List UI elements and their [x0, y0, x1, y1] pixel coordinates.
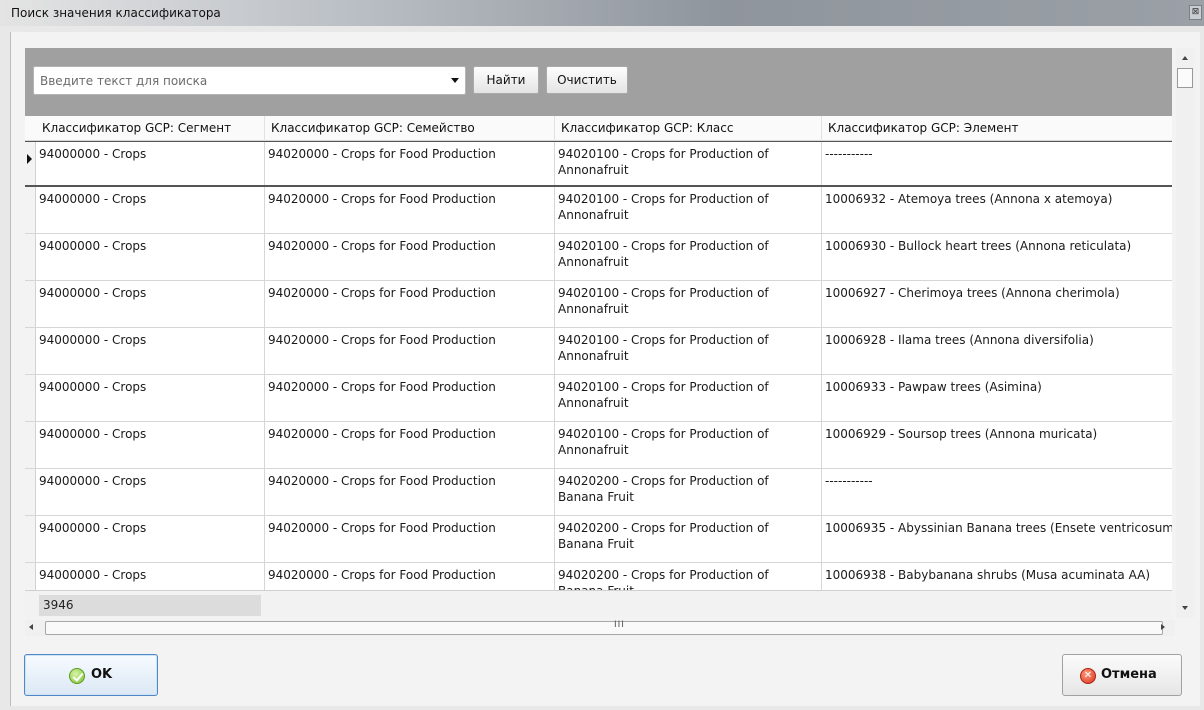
row-indicator[interactable] — [25, 375, 36, 421]
cell-element: ----------- — [825, 474, 873, 488]
cell-segment: 94000000 - Crops — [36, 328, 265, 374]
column-header-element[interactable]: Классификатор GCP: Элемент — [822, 116, 1172, 141]
scroll-up-icon[interactable] — [1182, 56, 1188, 60]
cell-class: 94020100 - Crops for Production of Annon… — [555, 281, 822, 327]
cell-class: 94020100 - Crops for Production of Annon… — [555, 328, 822, 374]
cell-element: ----------- — [825, 147, 873, 161]
grid-rows: 94000000 - Crops 94020000 - Crops for Foo… — [25, 141, 1172, 590]
cell-segment: 94000000 - Crops — [36, 375, 265, 421]
cell-element: 10006930 - Bullock heart trees (Annona r… — [825, 239, 1132, 253]
cell-class: 94020100 - Crops for Production of Annon… — [555, 375, 822, 421]
cell-family: 94020000 - Crops for Food Production — [265, 469, 555, 515]
cell-family: 94020000 - Crops for Food Production — [265, 234, 555, 280]
row-indicator[interactable] — [25, 187, 36, 233]
search-combo[interactable] — [33, 66, 466, 95]
cell-class: 94020100 - Crops for Production of Annon… — [555, 422, 822, 468]
cell-family: 94020000 - Crops for Food Production — [265, 422, 555, 468]
table-row[interactable]: 94000000 - Crops 94020000 - Crops for Foo… — [25, 281, 1172, 328]
classifier-grid: Классификатор GCP: Сегмент Классификатор… — [25, 116, 1172, 590]
find-button[interactable]: Найти — [473, 66, 539, 94]
table-row[interactable]: 94000000 - Crops 94020000 - Crops for Foo… — [25, 328, 1172, 375]
row-indicator[interactable] — [25, 563, 36, 590]
row-indicator[interactable] — [25, 328, 36, 374]
row-indicator[interactable] — [25, 142, 36, 185]
cell-segment: 94000000 - Crops — [36, 187, 265, 233]
table-row[interactable]: 94000000 - Crops 94020000 - Crops for Foo… — [25, 141, 1172, 187]
dropdown-arrow-icon[interactable] — [451, 78, 459, 83]
cell-family: 94020000 - Crops for Food Production — [265, 375, 555, 421]
cell-segment: 94000000 - Crops — [36, 516, 265, 562]
cancel-button-label: Отмена — [1101, 667, 1157, 682]
record-count: 3946 — [39, 595, 261, 616]
cell-family: 94020000 - Crops for Food Production — [265, 328, 555, 374]
cell-class: 94020100 - Crops for Production of Annon… — [555, 187, 822, 233]
vertical-scroll-thumb[interactable] — [1177, 68, 1193, 88]
cell-segment: 94000000 - Crops — [36, 142, 265, 185]
column-header-segment[interactable]: Классификатор GCP: Сегмент — [36, 116, 265, 141]
cancel-circle-icon: ✕ — [1080, 668, 1096, 684]
row-indicator[interactable] — [25, 281, 36, 327]
cell-family: 94020000 - Crops for Food Production — [265, 563, 555, 590]
row-indicator[interactable] — [25, 422, 36, 468]
cell-class: 94020200 - Crops for Production of Banan… — [555, 563, 822, 590]
cell-element: 10006928 - Ilama trees (Annona diversifo… — [825, 333, 1094, 347]
cell-family: 94020000 - Crops for Food Production — [265, 516, 555, 562]
vertical-scrollbar[interactable] — [1176, 48, 1194, 618]
cell-element: 10006929 - Soursop trees (Annona muricat… — [825, 427, 1098, 441]
cancel-button[interactable]: ✕ Отмена — [1062, 654, 1182, 696]
cell-family: 94020000 - Crops for Food Production — [265, 281, 555, 327]
table-row[interactable]: 94000000 - Crops 94020000 - Crops for Foo… — [25, 469, 1172, 516]
current-row-arrow-icon — [27, 154, 32, 164]
cell-class: 94020100 - Crops for Production of Annon… — [555, 234, 822, 280]
row-indicator[interactable] — [25, 469, 36, 515]
search-input[interactable] — [34, 67, 438, 94]
scroll-right-icon[interactable] — [1161, 624, 1165, 630]
row-indicator[interactable] — [25, 516, 36, 562]
horizontal-scroll-thumb[interactable]: III — [45, 620, 1163, 635]
cell-segment: 94000000 - Crops — [36, 234, 265, 280]
cell-class: 94020100 - Crops for Production of Annon… — [555, 142, 822, 185]
title-bar: Поиск значения классификатора ⊠ — [0, 0, 1204, 26]
cell-element: 10006938 - Babybanana shrubs (Musa acumi… — [825, 568, 1151, 582]
window-title: Поиск значения классификатора — [11, 6, 221, 20]
ok-button-label: OK — [91, 667, 113, 682]
cell-segment: 94000000 - Crops — [36, 422, 265, 468]
scroll-left-icon[interactable] — [29, 624, 33, 630]
cell-element: 10006927 - Cherimoya trees (Annona cheri… — [825, 286, 1120, 300]
close-icon[interactable]: ⊠ — [1189, 5, 1202, 20]
grid-header: Классификатор GCP: Сегмент Классификатор… — [25, 116, 1172, 141]
table-row[interactable]: 94000000 - Crops 94020000 - Crops for Foo… — [25, 375, 1172, 422]
scroll-grip-icon: III — [614, 620, 625, 630]
cell-element: 10006932 - Atemoya trees (Annona x atemo… — [825, 192, 1113, 206]
table-row[interactable]: 94000000 - Crops 94020000 - Crops for Foo… — [25, 516, 1172, 563]
table-row[interactable]: 94000000 - Crops 94020000 - Crops for Foo… — [25, 234, 1172, 281]
table-row[interactable]: 94000000 - Crops 94020000 - Crops for Foo… — [25, 422, 1172, 469]
ok-button[interactable]: OK — [24, 654, 158, 696]
table-row[interactable]: 94000000 - Crops 94020000 - Crops for Foo… — [25, 187, 1172, 234]
horizontal-scrollbar[interactable]: III — [25, 620, 1175, 636]
cell-class: 94020200 - Crops for Production of Banan… — [555, 469, 822, 515]
cell-family: 94020000 - Crops for Food Production — [265, 187, 555, 233]
cell-family: 94020000 - Crops for Food Production — [265, 142, 555, 185]
column-header-class[interactable]: Классификатор GCP: Класс — [555, 116, 822, 141]
cell-class: 94020200 - Crops for Production of Banan… — [555, 516, 822, 562]
cell-segment: 94000000 - Crops — [36, 563, 265, 590]
column-header-family[interactable]: Классификатор GCP: Семейство — [265, 116, 555, 141]
row-indicator[interactable] — [25, 234, 36, 280]
scroll-down-icon[interactable] — [1182, 606, 1188, 610]
cell-element: 10006935 - Abyssinian Banana trees (Ense… — [825, 521, 1172, 535]
grid-footer: 3946 — [25, 590, 1172, 618]
cell-segment: 94000000 - Crops — [36, 281, 265, 327]
check-circle-icon — [69, 668, 85, 684]
cell-segment: 94000000 - Crops — [36, 469, 265, 515]
table-row[interactable]: 94000000 - Crops 94020000 - Crops for Foo… — [25, 563, 1172, 590]
cell-element: 10006933 - Pawpaw trees (Asimina) — [825, 380, 1042, 394]
clear-button[interactable]: Очистить — [546, 66, 628, 94]
